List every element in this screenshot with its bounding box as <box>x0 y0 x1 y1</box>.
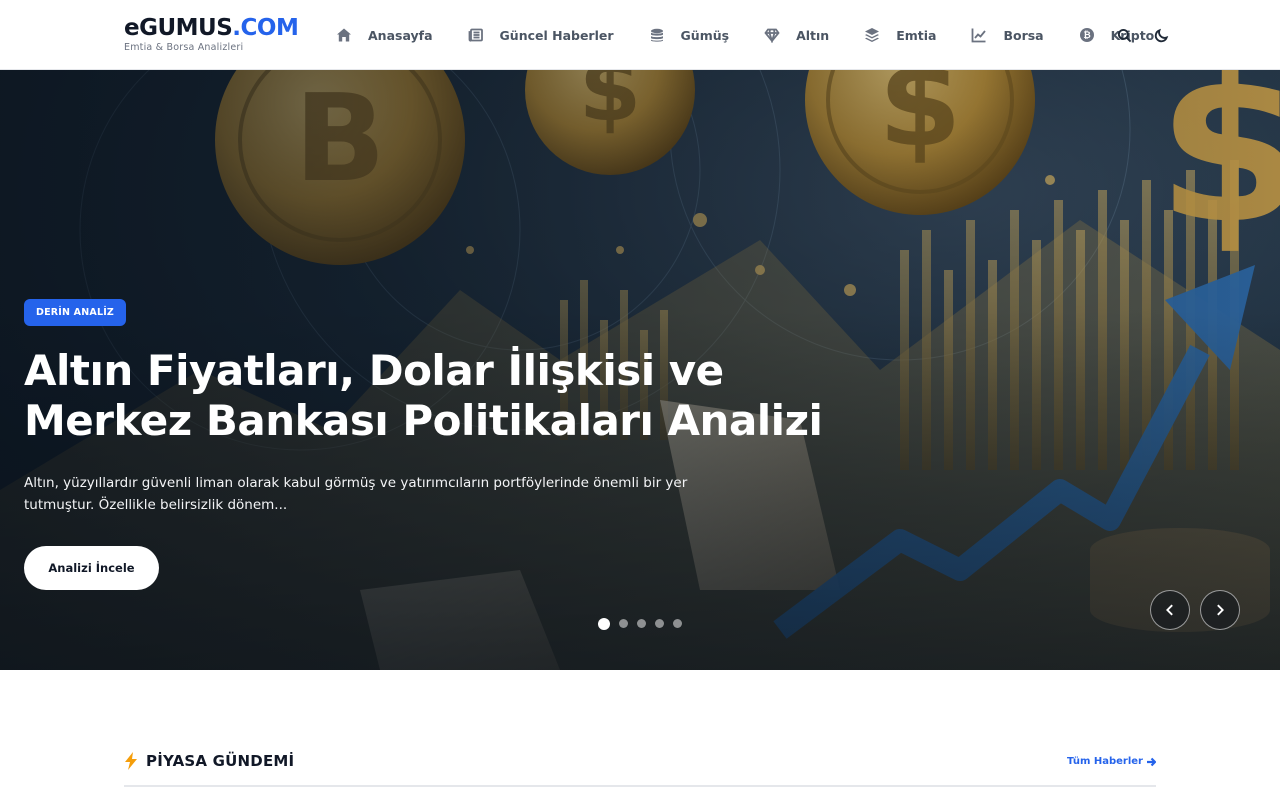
nav-item-guncel-haberler[interactable]: Güncel Haberler <box>468 0 614 70</box>
logo-wordmark: eGUMUS.COM <box>124 15 299 41</box>
site-header: eGUMUS.COM Emtia & Borsa Analizleri Anas… <box>0 0 1280 70</box>
chevron-right-icon <box>1217 604 1224 616</box>
slider-dot-3[interactable] <box>637 619 646 628</box>
slider-dot-1[interactable] <box>598 617 610 630</box>
svg-text:₿: ₿ <box>1083 30 1090 41</box>
home-icon <box>337 28 351 42</box>
gem-icon <box>764 28 780 43</box>
main-nav: Anasayfa Güncel Haberler Gümüş Altın Emt… <box>336 0 1189 70</box>
hero-title[interactable]: Altın Fiyatları, Dolar İlişkisi ve Merke… <box>24 346 844 446</box>
coins-icon <box>650 28 663 42</box>
chevron-left-icon <box>1166 604 1173 616</box>
slider-pagination <box>598 617 691 630</box>
section-title-text: PİYASA GÜNDEMİ <box>146 752 295 770</box>
chart-line-icon <box>972 28 987 43</box>
nav-label: Borsa <box>1003 27 1044 43</box>
arrow-right-icon <box>1147 757 1156 766</box>
read-analysis-button[interactable]: Analizi İncele <box>24 546 159 590</box>
logo-tagline: Emtia & Borsa Analizleri <box>124 42 244 53</box>
nav-label: Emtia <box>896 27 937 43</box>
nav-item-gumus[interactable]: Gümüş <box>649 0 730 70</box>
nav-item-altin[interactable]: Altın <box>764 0 829 70</box>
site-logo[interactable]: eGUMUS.COM Emtia & Borsa Analizleri <box>124 15 299 54</box>
all-news-label: Tüm Haberler <box>1066 756 1143 767</box>
hero-slider: B $ $ $ DERİN ANALİZ Altın Fiyatları, Do… <box>0 70 1280 670</box>
all-news-link[interactable]: Tüm Haberler <box>1067 756 1156 767</box>
header-tools <box>1115 0 1189 70</box>
layers-icon <box>865 28 880 42</box>
nav-item-anasayfa[interactable]: Anasayfa <box>336 0 433 70</box>
nav-label: Altın <box>796 27 830 43</box>
nav-label: Anasayfa <box>368 27 433 43</box>
bitcoin-icon: ₿ <box>1079 28 1094 42</box>
slider-prev-button[interactable] <box>1150 590 1190 630</box>
slider-dot-5[interactable] <box>673 619 682 628</box>
market-agenda-header: PİYASA GÜNDEMİ Tüm Haberler <box>124 750 1156 787</box>
nav-item-emtia[interactable]: Emtia <box>864 0 936 70</box>
search-button[interactable] <box>1115 26 1133 44</box>
bolt-icon <box>125 752 137 770</box>
slider-dot-2[interactable] <box>619 619 628 628</box>
newspaper-icon <box>468 28 483 42</box>
moon-icon <box>1154 28 1168 42</box>
dark-mode-toggle[interactable] <box>1152 26 1170 44</box>
category-badge[interactable]: DERİN ANALİZ <box>24 299 127 326</box>
slider-next-button[interactable] <box>1200 590 1240 630</box>
nav-label: Güncel Haberler <box>499 27 614 43</box>
search-icon <box>1117 28 1131 42</box>
section-title: PİYASA GÜNDEMİ <box>124 752 294 770</box>
nav-item-borsa[interactable]: Borsa <box>971 0 1044 70</box>
nav-label: Gümüş <box>680 27 730 43</box>
hero-description: Altın, yüzyıllardır güvenli liman olarak… <box>24 475 688 513</box>
slider-dot-4[interactable] <box>655 619 664 628</box>
